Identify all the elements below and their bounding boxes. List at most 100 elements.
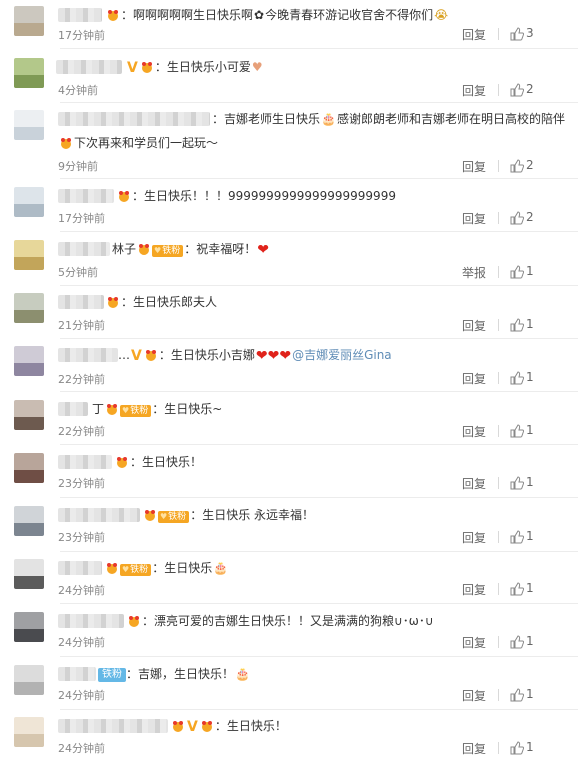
vip-crown-icon — [129, 616, 139, 627]
comment-actions: 回复 1 — [458, 475, 578, 491]
comment-text-line2: 下次再来和学员们一起玩～ — [74, 136, 219, 150]
comment-text: ：生日快乐小可爱 — [154, 60, 251, 74]
comment-actions: 回复 2 — [458, 210, 578, 226]
thumbs-up-icon[interactable] — [510, 530, 524, 544]
reply-button[interactable]: 回复 — [462, 529, 486, 546]
blurred-username[interactable] — [58, 242, 110, 256]
vip-crown-icon — [145, 510, 155, 521]
reply-button[interactable]: 回复 — [462, 210, 486, 227]
thumbs-up-icon[interactable] — [510, 741, 524, 755]
mention-link[interactable]: @吉娜爱丽丝Gina — [292, 348, 392, 362]
thumbs-up-icon[interactable] — [510, 27, 524, 41]
avatar[interactable] — [14, 293, 44, 323]
username-tail[interactable]: 林子 — [112, 242, 136, 256]
reply-button[interactable]: 回复 — [462, 687, 486, 704]
divider — [60, 48, 578, 49]
comment-time: 24分钟前 — [58, 689, 105, 702]
reply-button[interactable]: 回复 — [462, 475, 486, 492]
username-tail[interactable]: 丁 — [92, 402, 104, 416]
avatar[interactable] — [14, 187, 44, 217]
divider — [60, 603, 578, 604]
blurred-username[interactable] — [58, 719, 168, 733]
blurred-username[interactable] — [58, 295, 104, 309]
avatar[interactable] — [14, 453, 44, 483]
like-count: 1 — [526, 264, 534, 278]
reply-button[interactable]: 回复 — [462, 158, 486, 175]
comment-text: ：生日快乐~ — [152, 402, 223, 416]
avatar[interactable] — [14, 559, 44, 589]
avatar[interactable] — [14, 346, 44, 376]
vip-crown-icon — [141, 62, 152, 73]
comment-actions: 举报 1 — [458, 264, 578, 280]
reply-button[interactable]: 回复 — [462, 26, 486, 43]
like-count: 1 — [526, 581, 534, 595]
verified-v-icon: V — [127, 60, 138, 76]
comment-text: ：生日快乐！ — [214, 719, 287, 733]
reply-button[interactable]: 回复 — [462, 634, 486, 651]
report-button[interactable]: 举报 — [462, 264, 486, 281]
blurred-username[interactable] — [58, 561, 102, 575]
blurred-username[interactable] — [58, 348, 118, 362]
iron-fan-badge: 铁粉 — [98, 668, 126, 682]
avatar[interactable] — [14, 400, 44, 430]
separator — [498, 425, 499, 437]
thumbs-up-icon[interactable] — [510, 371, 524, 385]
thumbs-up-icon[interactable] — [510, 83, 524, 97]
comment-time: 17分钟前 — [58, 212, 105, 225]
blurred-username[interactable] — [58, 189, 114, 203]
crying-emoji-icon: 😭 — [434, 8, 449, 22]
blurred-username[interactable] — [58, 112, 210, 126]
thumbs-up-icon[interactable] — [510, 476, 524, 490]
comment-time: 23分钟前 — [58, 477, 105, 490]
reply-button[interactable]: 回复 — [462, 740, 486, 757]
blurred-username[interactable] — [58, 614, 124, 628]
separator — [498, 689, 499, 701]
username-tail[interactable]: … — [118, 348, 130, 362]
thumbs-up-icon[interactable] — [510, 265, 524, 279]
avatar[interactable] — [14, 110, 44, 140]
reply-button[interactable]: 回复 — [462, 82, 486, 99]
blurred-username[interactable] — [58, 8, 102, 22]
like-count: 1 — [526, 529, 534, 543]
reply-button[interactable]: 回复 — [462, 581, 486, 598]
thumbs-up-icon[interactable] — [510, 159, 524, 173]
blurred-username[interactable] — [58, 455, 112, 469]
reply-button[interactable]: 回复 — [462, 317, 486, 334]
avatar[interactable] — [14, 58, 44, 88]
thumbs-up-icon[interactable] — [510, 688, 524, 702]
reply-button[interactable]: 回复 — [462, 370, 486, 387]
thumbs-up-icon[interactable] — [510, 582, 524, 596]
blurred-username[interactable] — [56, 60, 122, 74]
fan-badge-label: 铁粉 — [162, 246, 181, 256]
separator — [498, 742, 499, 754]
vip-crown-icon — [108, 10, 118, 21]
avatar[interactable] — [14, 240, 44, 270]
blurred-username[interactable] — [58, 508, 140, 522]
blurred-username[interactable] — [58, 402, 88, 416]
comment-text: ：生日快乐 — [152, 561, 213, 575]
comment-actions: 回复 2 — [458, 82, 578, 98]
thumbs-up-icon[interactable] — [510, 318, 524, 332]
like-count: 1 — [526, 634, 534, 648]
blurred-username[interactable] — [58, 667, 96, 681]
avatar[interactable] — [14, 6, 44, 36]
avatar[interactable] — [14, 612, 44, 642]
iron-fan-badge: ♥铁粉 — [120, 564, 152, 576]
divider — [60, 391, 578, 392]
comment-text-tail: 感谢郎朗老师和吉娜老师在明日高校的陪伴 — [336, 112, 565, 126]
thumbs-up-icon[interactable] — [510, 211, 524, 225]
comment-text: ：吉娜，生日快乐！ — [126, 667, 235, 681]
avatar[interactable] — [14, 717, 44, 747]
separator — [498, 319, 499, 331]
reply-button[interactable]: 回复 — [462, 423, 486, 440]
like-count: 1 — [526, 370, 534, 384]
divider — [60, 497, 578, 498]
comment-actions: 回复 1 — [458, 687, 578, 703]
avatar[interactable] — [14, 506, 44, 536]
heart-icon: ♥ — [122, 406, 130, 415]
thumbs-up-icon[interactable] — [510, 424, 524, 438]
comment-actions: 回复 1 — [458, 740, 578, 756]
thumbs-up-icon[interactable] — [510, 635, 524, 649]
comment-actions: 回复 1 — [458, 423, 578, 439]
avatar[interactable] — [14, 665, 44, 695]
